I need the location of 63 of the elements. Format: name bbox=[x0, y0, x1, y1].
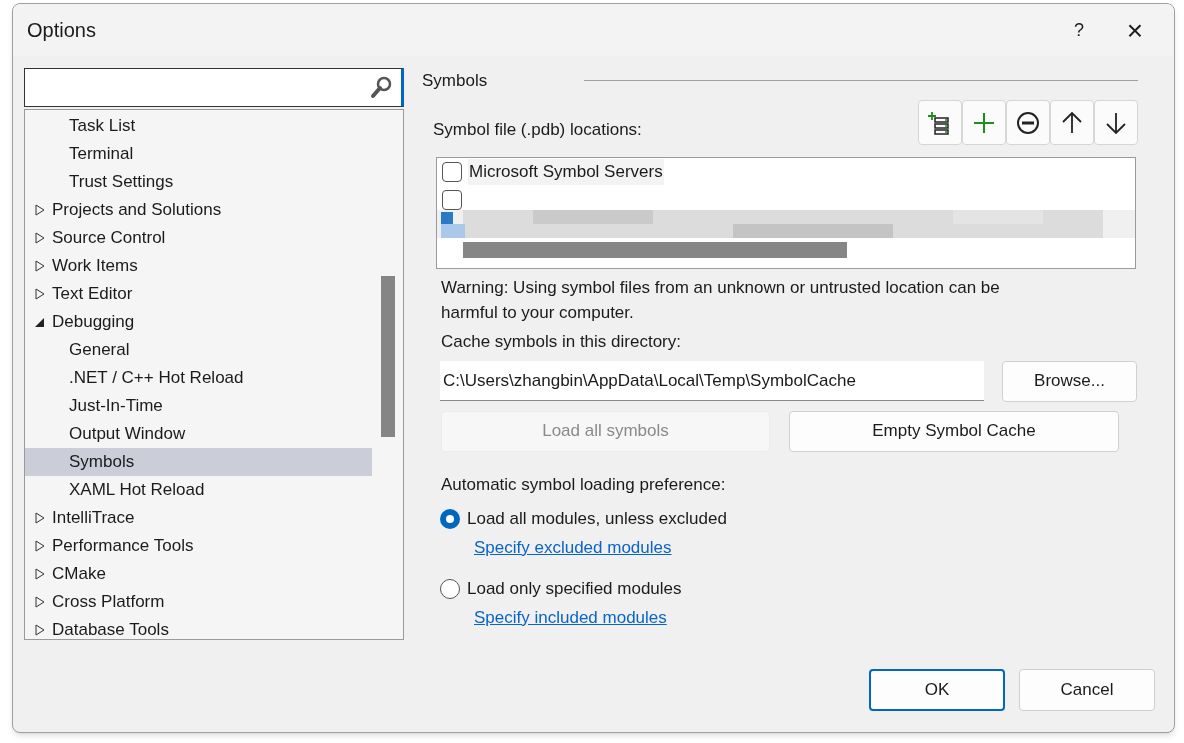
tree-item[interactable]: General bbox=[25, 336, 372, 364]
locations-label: Symbol file (.pdb) locations: bbox=[433, 118, 643, 141]
link[interactable]: Specify excluded modules bbox=[474, 535, 672, 561]
expand-icon[interactable] bbox=[34, 259, 46, 273]
tree-item[interactable]: Text Editor bbox=[25, 280, 372, 308]
browse-button[interactable]: Browse... bbox=[1002, 360, 1137, 402]
expand-icon[interactable] bbox=[34, 595, 46, 609]
expand-icon[interactable] bbox=[34, 511, 46, 525]
section-title: Symbols bbox=[422, 70, 489, 93]
tree-item[interactable]: Cross Platform bbox=[25, 588, 372, 616]
checkbox[interactable] bbox=[442, 162, 462, 182]
search-icon[interactable] bbox=[370, 75, 394, 99]
tree-item[interactable]: Output Window bbox=[25, 420, 372, 448]
expand-icon[interactable] bbox=[34, 287, 46, 301]
expand-icon[interactable] bbox=[34, 231, 46, 245]
expand-icon[interactable] bbox=[34, 567, 46, 581]
radio-label[interactable]: Load all modules, unless excluded bbox=[467, 506, 727, 532]
tree-item[interactable]: Terminal bbox=[25, 140, 372, 168]
expand-icon[interactable] bbox=[34, 623, 46, 637]
empty-cache-button[interactable]: Empty Symbol Cache bbox=[789, 410, 1119, 452]
expand-icon[interactable] bbox=[34, 539, 46, 553]
scrollbar-thumb[interactable] bbox=[381, 276, 395, 437]
tree-item[interactable]: Source Control bbox=[25, 224, 372, 252]
server-list-button[interactable] bbox=[918, 100, 962, 145]
tree-item[interactable]: Trust Settings bbox=[25, 168, 372, 196]
tree-item[interactable]: .NET / C++ Hot Reload bbox=[25, 364, 372, 392]
tree-item[interactable]: Task List bbox=[25, 112, 372, 140]
tree-item[interactable]: CMake bbox=[25, 560, 372, 588]
tree-item[interactable]: XAML Hot Reload bbox=[25, 476, 372, 504]
arrow-up-icon bbox=[1060, 110, 1084, 135]
preference-label: Automatic symbol loading preference: bbox=[441, 473, 727, 496]
server-list-icon bbox=[928, 110, 952, 135]
tree-item[interactable]: Projects and Solutions bbox=[25, 196, 372, 224]
radio-label[interactable]: Load only specified modules bbox=[467, 575, 682, 602]
expand-icon[interactable] bbox=[34, 203, 46, 217]
dialog-button[interactable]: OK bbox=[869, 669, 1005, 711]
search-field[interactable] bbox=[24, 68, 404, 107]
arrow-down-button[interactable] bbox=[1094, 100, 1138, 145]
tree-item[interactable]: Performance Tools bbox=[25, 532, 372, 560]
arrow-up-button[interactable] bbox=[1050, 100, 1094, 145]
arrow-down-icon bbox=[1104, 110, 1128, 135]
close-button[interactable]: × bbox=[1112, 10, 1158, 50]
plus-icon bbox=[972, 110, 996, 135]
radio-button[interactable] bbox=[440, 578, 460, 599]
tree-item[interactable]: Database Tools bbox=[25, 616, 372, 639]
plus-button[interactable] bbox=[962, 100, 1006, 145]
help-button[interactable]: ? bbox=[1056, 10, 1102, 50]
location-name: Microsoft Symbol Servers bbox=[468, 159, 664, 185]
tree-item[interactable]: IntelliTrace bbox=[25, 504, 372, 532]
window-title: Options bbox=[27, 18, 97, 43]
tree-item[interactable]: Debugging bbox=[25, 308, 372, 336]
cache-path-field[interactable]: C:\Users\zhangbin\AppData\Local\Temp\SymbolCache bbox=[440, 361, 984, 401]
tree-item[interactable]: Symbols bbox=[25, 448, 372, 476]
cache-label: Cache symbols in this directory: bbox=[441, 331, 682, 353]
tree-item[interactable]: Just-In-Time bbox=[25, 392, 372, 420]
checkbox[interactable] bbox=[442, 190, 462, 210]
warning-text: Warning: Using symbol files from an unknown or untrusted location can be harmful to your computer. bbox=[441, 277, 1001, 324]
radio-button[interactable] bbox=[440, 509, 460, 529]
dialog-button[interactable]: Cancel bbox=[1019, 669, 1155, 711]
minus-circle-icon bbox=[1016, 110, 1040, 135]
tree-item[interactable]: Work Items bbox=[25, 252, 372, 280]
minus-circle-button[interactable] bbox=[1006, 100, 1050, 145]
link[interactable]: Specify included modules bbox=[474, 604, 667, 630]
